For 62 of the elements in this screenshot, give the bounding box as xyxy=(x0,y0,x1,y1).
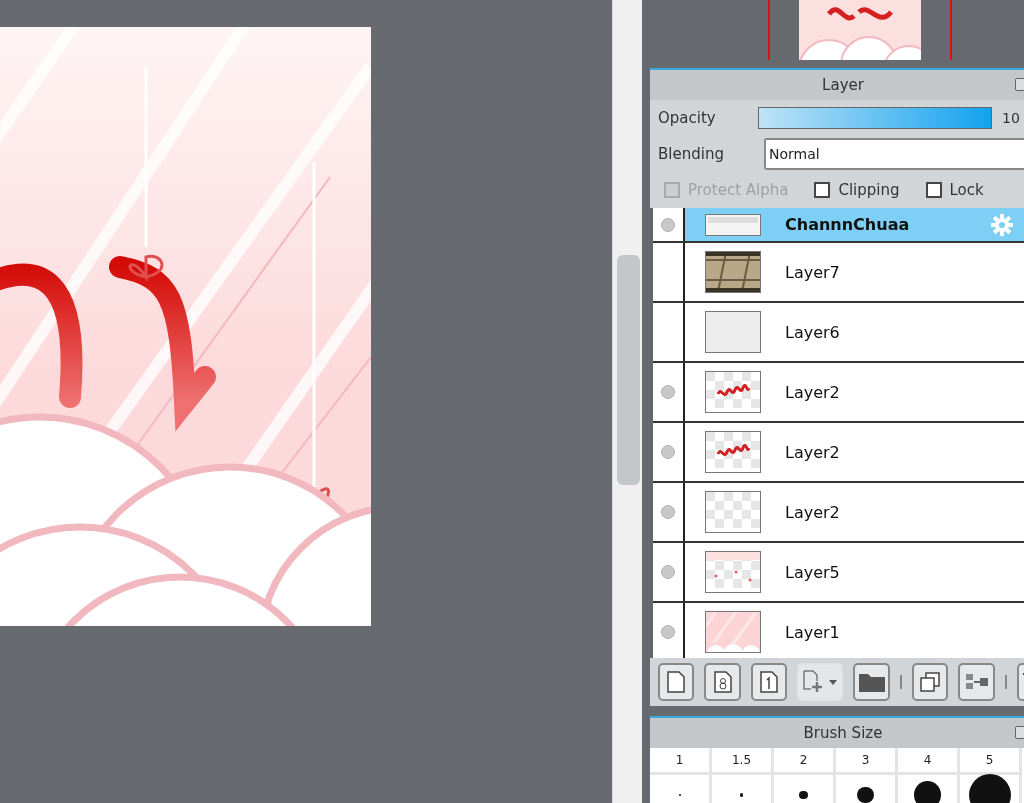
visibility-dot[interactable] xyxy=(661,385,675,399)
new-8bit-layer-button[interactable] xyxy=(704,663,741,701)
layer-thumbnail xyxy=(705,251,761,293)
opacity-slider[interactable] xyxy=(759,108,991,128)
page-eight-icon xyxy=(713,671,732,693)
layer-thumbnail xyxy=(705,551,761,593)
brush-dot xyxy=(799,790,808,800)
brush-dot xyxy=(857,786,874,803)
layer-name: Layer1 xyxy=(785,622,840,642)
vertical-scrollbar[interactable] xyxy=(612,0,642,803)
layer-row[interactable]: Layer6 xyxy=(653,303,1024,363)
layer-name: Layer2 xyxy=(785,442,840,462)
checkbox-label: Clipping xyxy=(838,181,900,199)
layer-row[interactable]: ChannnChuaa xyxy=(653,208,1024,243)
page-one-icon xyxy=(760,671,779,693)
checkbox-label: Lock xyxy=(949,181,984,199)
layer-name: Layer5 xyxy=(785,562,840,582)
new-1bit-layer-button[interactable] xyxy=(750,663,788,701)
new-layer-button[interactable] xyxy=(658,663,695,701)
checkbox[interactable] xyxy=(925,182,942,198)
layer-row[interactable]: Layer5 xyxy=(653,543,1024,603)
page-icon xyxy=(667,671,686,693)
folder-icon xyxy=(858,672,885,692)
visibility-dot[interactable] xyxy=(661,445,675,459)
blending-dropdown[interactable]: Normal xyxy=(764,138,1024,170)
opacity-value: 10 xyxy=(1002,110,1020,126)
duplicate-icon xyxy=(920,672,941,692)
merge-icon xyxy=(964,673,989,691)
layer-name: Layer6 xyxy=(785,322,840,342)
layer-row[interactable]: Layer2 xyxy=(653,483,1024,543)
visibility-dot[interactable] xyxy=(661,505,675,519)
layer-thumbnail xyxy=(705,491,761,533)
checkbox-label: Protect Alpha xyxy=(688,181,789,199)
brush-dot xyxy=(913,781,942,803)
layer-name: Layer2 xyxy=(785,502,840,522)
brush-dot xyxy=(739,793,744,797)
visibility-dot[interactable] xyxy=(661,625,675,639)
layer-name: Layer7 xyxy=(785,262,840,282)
visibility-dot[interactable] xyxy=(661,565,675,579)
brush-dot xyxy=(968,774,1011,803)
layer-name: Layer2 xyxy=(785,382,840,402)
layer-row[interactable]: Layer7 xyxy=(653,243,1024,303)
layer-thumbnail xyxy=(705,371,761,413)
layer-thumbnail xyxy=(705,213,761,236)
layer-row[interactable]: Layer2 xyxy=(653,423,1024,483)
panel-title: Layer xyxy=(822,76,864,94)
caret-icon xyxy=(829,679,838,685)
visibility-dot[interactable] xyxy=(661,217,675,232)
duplicate-layer-button[interactable] xyxy=(911,663,949,701)
opacity-label: Opacity xyxy=(658,109,717,127)
panel-title: Brush Size xyxy=(803,724,883,742)
merge-layer-button[interactable] xyxy=(958,663,995,701)
layer-thumbnail xyxy=(705,611,761,653)
add-layer-dropdown-button[interactable] xyxy=(797,663,844,701)
layer-row[interactable]: Layer2 xyxy=(653,363,1024,423)
blending-label: Blending xyxy=(658,145,725,163)
scrollbar-thumb[interactable] xyxy=(617,255,640,485)
layer-thumbnail xyxy=(705,311,761,353)
new-folder-button[interactable] xyxy=(853,663,890,701)
layer-name: ChannnChuaa xyxy=(785,215,910,234)
checkbox[interactable] xyxy=(814,182,831,198)
layer-thumbnail xyxy=(705,431,761,473)
